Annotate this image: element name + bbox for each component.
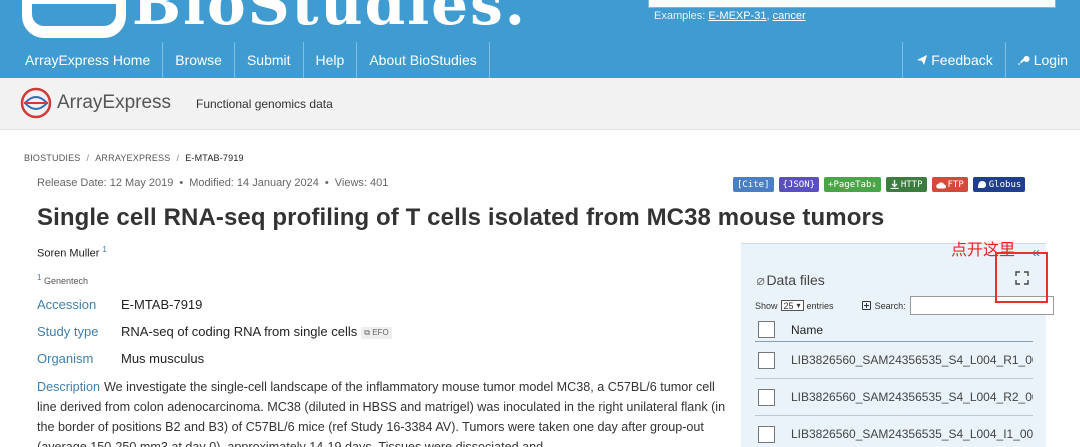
author-affiliation-ref[interactable]: 1 <box>102 245 106 254</box>
affiliation: 1 Genentech <box>37 273 88 286</box>
nav-about-biostudies[interactable]: About BioStudies <box>357 42 490 78</box>
accession-label: Accession <box>37 297 97 312</box>
files-table: Name LIB3826560_SAM24356535_S4_L004_R1_0… <box>755 318 1033 447</box>
fullscreen-icon[interactable] <box>1015 271 1029 285</box>
study-type-field: Study type RNA-seq of coding RNA from sin… <box>37 324 392 339</box>
examples-prefix: Examples: <box>654 10 709 22</box>
row-checkbox[interactable] <box>758 425 775 443</box>
efo-label: EFO <box>372 327 389 337</box>
organism-label: Organism <box>37 351 94 366</box>
author-name[interactable]: Soren Muller <box>37 248 99 260</box>
main-nav: ArrayExpress Home Browse Submit Help Abo… <box>0 42 1080 78</box>
nav-arrayexpress-home[interactable]: ArrayExpress Home <box>0 42 164 78</box>
study-meta: Release Date: 12 May 2019 • Modified: 14 J… <box>37 177 388 189</box>
data-files-title: ⌀ Data files <box>756 272 825 289</box>
nav-help[interactable]: Help <box>304 42 358 78</box>
example-link-cancer[interactable]: cancer <box>773 10 806 22</box>
example-link-emexp[interactable]: E-MEXP-31 <box>708 10 766 22</box>
page-size-select[interactable]: 25 ▾ <box>780 300 804 311</box>
feedback-label: Feedback <box>931 52 993 68</box>
row-checkbox[interactable] <box>758 388 775 406</box>
globus-button[interactable]: Globus <box>972 177 1026 192</box>
biostudies-logo-icon <box>22 0 126 38</box>
nav-browse[interactable]: Browse <box>163 42 235 78</box>
breadcrumb: BIOSTUDIES / ARRAYEXPRESS / E-MTAB-7919 <box>24 153 244 163</box>
affiliation-ref: 1 <box>37 273 42 282</box>
search-examples: Examples: E-MEXP-31, cancer <box>654 10 806 22</box>
brand-name: BioStudies. <box>132 0 527 38</box>
study-type-value: RNA-seq of coding RNA from single cells <box>121 324 358 339</box>
download-icon <box>890 180 899 189</box>
arrayexpress-logo-icon[interactable] <box>20 87 52 119</box>
breadcrumb-biostudies[interactable]: BIOSTUDIES <box>24 153 81 163</box>
key-icon <box>1017 56 1030 65</box>
top-banner: BioStudies. Examples: E-MEXP-31, cancer … <box>0 0 1080 78</box>
search-input[interactable] <box>648 0 1056 8</box>
collection-name[interactable]: ArrayExpress <box>57 92 171 114</box>
ftp-button[interactable]: FTP <box>931 177 968 192</box>
table-row: LIB3826560_SAM24356535_S4_L004_R2_001.fa… <box>755 379 1033 416</box>
page-size-value: 25 <box>783 300 794 311</box>
collection-tagline: Functional genomics data <box>196 97 333 111</box>
cloud-icon <box>935 181 946 188</box>
breadcrumb-separator: / <box>86 153 90 163</box>
globus-label: Globus <box>988 179 1022 190</box>
json-button[interactable]: {JSON} <box>778 177 820 192</box>
nav-submit[interactable]: Submit <box>235 42 304 78</box>
paperclip-icon: ⌀ <box>756 272 765 288</box>
biostudies-logo[interactable]: BioStudies. <box>22 0 527 38</box>
login-link[interactable]: Login <box>1004 42 1080 78</box>
file-name-link[interactable]: LIB3826560_SAM24356535_S4_L004_R1_001.fa… <box>791 353 1033 367</box>
http-label: HTTP <box>900 179 923 190</box>
cite-button[interactable]: [Cite] <box>733 177 774 192</box>
meta-separator: • <box>179 177 184 189</box>
column-name-header[interactable]: Name <box>791 323 823 337</box>
data-files-title-text: Data files <box>766 272 825 288</box>
table-row: LIB3826560_SAM24356535_S4_L004_R1_001.fa… <box>755 342 1033 379</box>
pagetab-button[interactable]: +PageTab↓ <box>824 177 881 192</box>
description-label: Description <box>37 380 100 394</box>
efo-badge[interactable]: ⧉ EFO <box>361 326 392 339</box>
login-label: Login <box>1033 52 1068 68</box>
breadcrumb-separator: / <box>176 153 180 163</box>
globus-icon <box>977 181 986 188</box>
table-header: Name <box>755 318 1033 342</box>
breadcrumb-current: E-MTAB-7919 <box>185 153 244 163</box>
collection-header: ArrayExpress Functional genomics data <box>0 78 1080 130</box>
study-type-label: Study type <box>37 324 99 339</box>
row-checkbox[interactable] <box>758 351 775 369</box>
file-name-link[interactable]: LIB3826560_SAM24356535_S4_L004_I1_001.fa… <box>791 427 1033 441</box>
breadcrumb-arrayexpress[interactable]: ARRAYEXPRESS <box>95 153 170 163</box>
accession-field: Accession E-MTAB-7919 <box>37 297 202 312</box>
external-link-icon: ⧉ <box>364 327 370 337</box>
meta-separator: • <box>324 177 329 189</box>
send-icon <box>917 55 928 65</box>
author: Soren Muller 1 <box>37 245 107 260</box>
description: Description We investigate the single-cel… <box>37 377 727 447</box>
export-buttons: [Cite] {JSON} +PageTab↓ HTTP FTP Globus <box>733 177 1026 192</box>
modified-date: Modified: 14 January 2024 <box>189 177 319 189</box>
organism-value: Mus musculus <box>121 351 205 366</box>
search-label: Search: <box>874 300 906 311</box>
ftp-label: FTP <box>947 179 964 190</box>
http-button[interactable]: HTTP <box>885 177 927 192</box>
entries-label: entries <box>806 300 834 311</box>
release-date: Release Date: 12 May 2019 <box>37 177 174 189</box>
view-count: Views: 401 <box>334 177 389 189</box>
affiliation-name: Genentech <box>43 276 89 286</box>
show-label: Show <box>755 300 778 311</box>
description-text: We investigate the single-cell landscape… <box>37 380 726 447</box>
chevron-down-icon: ▾ <box>796 301 801 310</box>
organism-field: Organism Mus musculus <box>37 351 204 366</box>
add-column-icon[interactable] <box>861 301 871 310</box>
feedback-link[interactable]: Feedback <box>902 42 1004 78</box>
table-row: LIB3826560_SAM24356535_S4_L004_I1_001.fa… <box>755 416 1033 447</box>
file-name-link[interactable]: LIB3826560_SAM24356535_S4_L004_R2_001.fa… <box>791 390 1033 404</box>
page-title: Single cell RNA-seq profiling of T cells… <box>37 204 885 231</box>
select-all-checkbox[interactable] <box>758 321 775 338</box>
accession-value: E-MTAB-7919 <box>121 297 203 312</box>
